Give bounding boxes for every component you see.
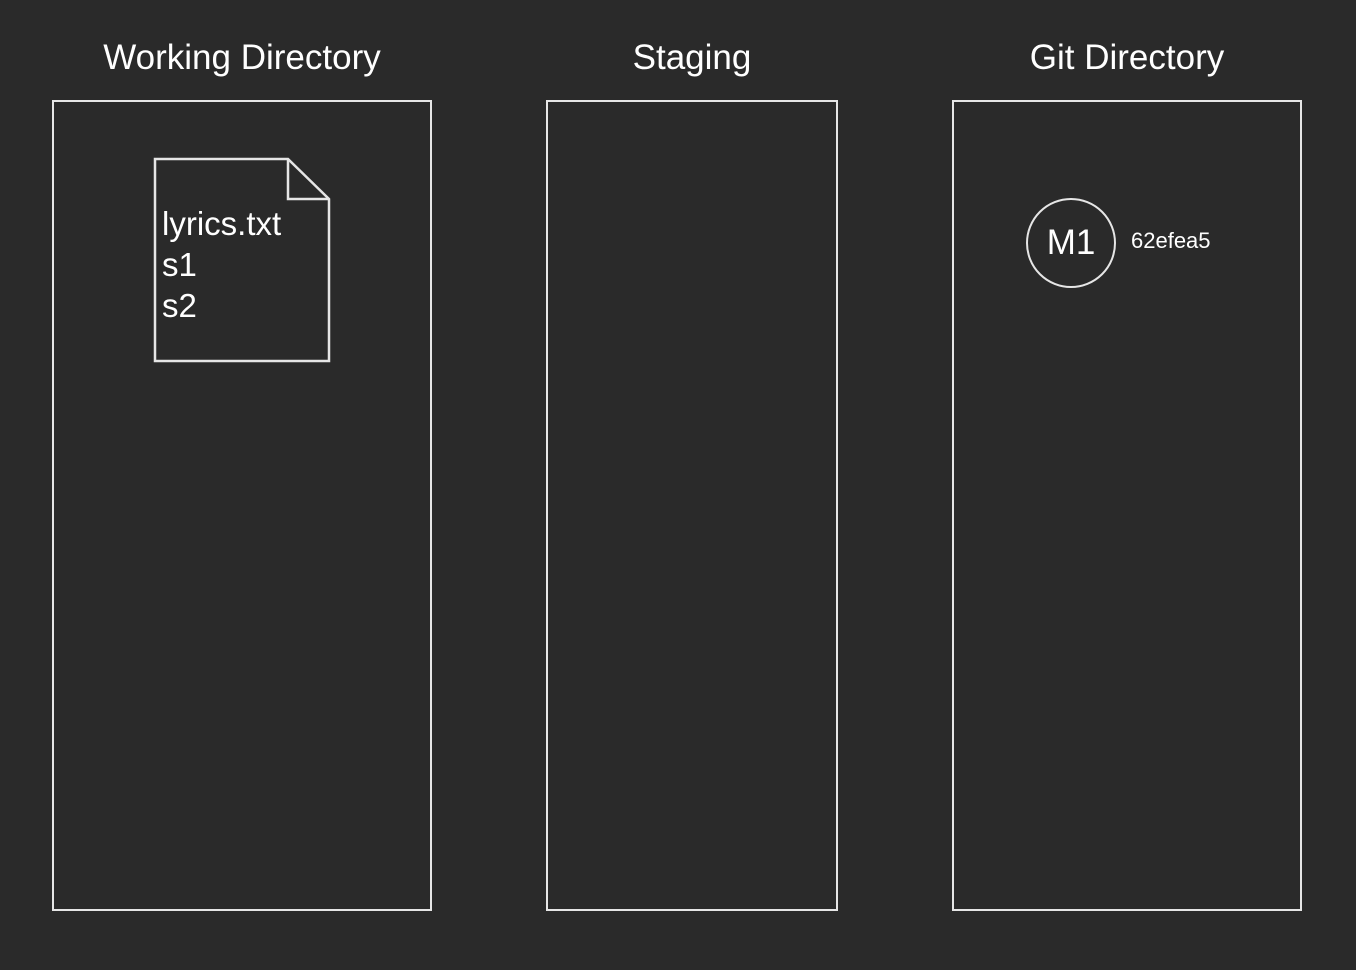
commit-node: M1: [1026, 198, 1116, 288]
working-directory-title: Working Directory: [103, 38, 381, 77]
staging-title: Staging: [632, 38, 752, 77]
commit-label: M1: [1046, 223, 1096, 262]
file-document-icon: lyrics.txt s1 s2: [153, 157, 331, 363]
file-content: lyrics.txt s1 s2: [162, 203, 281, 326]
git-directory-title: Git Directory: [1029, 38, 1225, 77]
git-directory-box: [952, 100, 1302, 911]
file-line: s1: [162, 246, 197, 283]
file-name: lyrics.txt: [162, 205, 282, 242]
commit-hash: 62efea5: [1131, 228, 1211, 253]
file-line: s2: [162, 287, 197, 324]
staging-box: [546, 100, 838, 911]
